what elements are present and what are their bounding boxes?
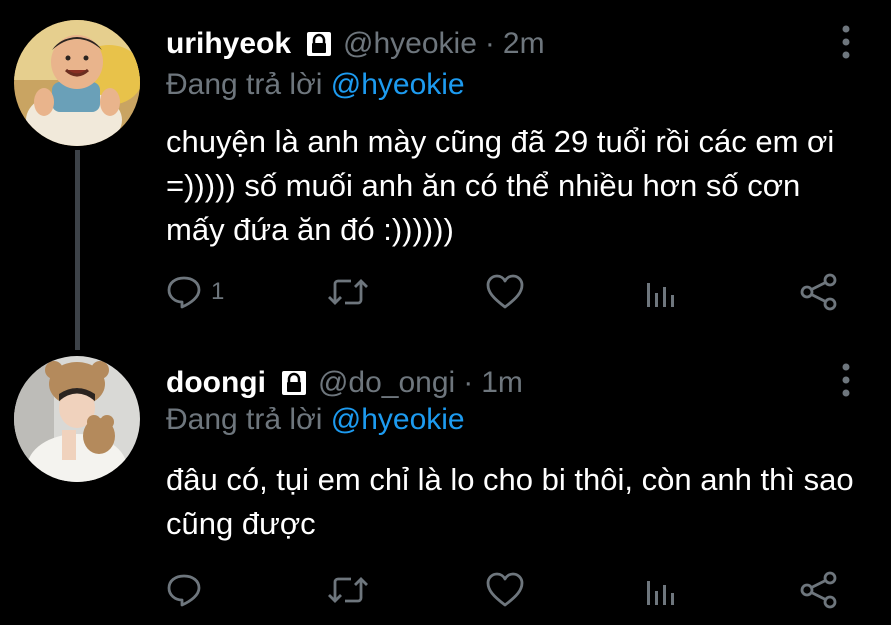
avatar[interactable]	[14, 356, 140, 482]
reply-icon	[167, 574, 201, 607]
handle[interactable]: @do_ongi	[318, 366, 455, 400]
action-bar	[0, 570, 891, 610]
heart-icon	[486, 572, 524, 607]
like-button[interactable]	[485, 272, 525, 312]
analytics-button[interactable]	[644, 272, 678, 312]
retweet-button[interactable]	[327, 272, 369, 312]
analytics-button[interactable]	[644, 570, 678, 610]
handle[interactable]: @hyeokie	[343, 27, 477, 61]
separator-dot: ·	[484, 27, 495, 60]
replying-to-label: Đang trả lời	[166, 68, 323, 101]
replying-to: Đang trả lời @hyeokie	[166, 403, 465, 437]
mention-link[interactable]: @hyeokie	[331, 403, 465, 436]
share-icon	[800, 273, 837, 311]
timestamp[interactable]: 1m	[481, 366, 523, 400]
reply-icon	[167, 276, 201, 309]
more-vertical-icon[interactable]	[836, 360, 856, 400]
tweet-text: đâu có, tụi em chỉ là lo cho bi thôi, cò…	[166, 462, 854, 541]
reply-count: 1	[211, 278, 225, 305]
tweet-text: chuyện là anh mày cũng đã 29 tuổi rồi cá…	[166, 124, 835, 247]
share-button[interactable]	[799, 272, 839, 312]
reply-button[interactable]: 1	[165, 272, 224, 312]
share-button[interactable]	[799, 570, 839, 610]
retweet-icon	[328, 577, 368, 603]
like-button[interactable]	[485, 570, 525, 610]
replying-to-label: Đang trả lời	[166, 403, 323, 436]
separator-dot: ·	[463, 366, 474, 399]
analytics-icon	[647, 581, 674, 605]
display-name[interactable]: doongi	[166, 366, 266, 400]
tweet[interactable]: urihyeok @hyeokie · 2m Đang trả lời @hye…	[0, 0, 891, 350]
reply-button[interactable]	[165, 570, 211, 610]
retweet-button[interactable]	[327, 570, 369, 610]
timestamp[interactable]: 2m	[503, 27, 545, 61]
display-name[interactable]: urihyeok	[166, 27, 291, 61]
tweet-header: urihyeok @hyeokie · 2m	[166, 22, 545, 66]
retweet-icon	[328, 279, 368, 305]
more-vertical-icon[interactable]	[836, 22, 856, 62]
lock-icon	[303, 28, 335, 60]
heart-icon	[486, 274, 524, 309]
thread-line	[75, 150, 80, 350]
lock-icon	[278, 367, 310, 399]
tweet[interactable]: doongi @do_ongi · 1m Đang trả lời @hyeok…	[0, 340, 891, 625]
mention-link[interactable]: @hyeokie	[331, 68, 465, 101]
action-bar: 1	[0, 272, 891, 312]
tweet-header: doongi @do_ongi · 1m	[166, 361, 523, 405]
replying-to: Đang trả lời @hyeokie	[166, 68, 465, 102]
avatar[interactable]	[14, 20, 140, 146]
analytics-icon	[647, 283, 674, 307]
share-icon	[800, 571, 837, 609]
